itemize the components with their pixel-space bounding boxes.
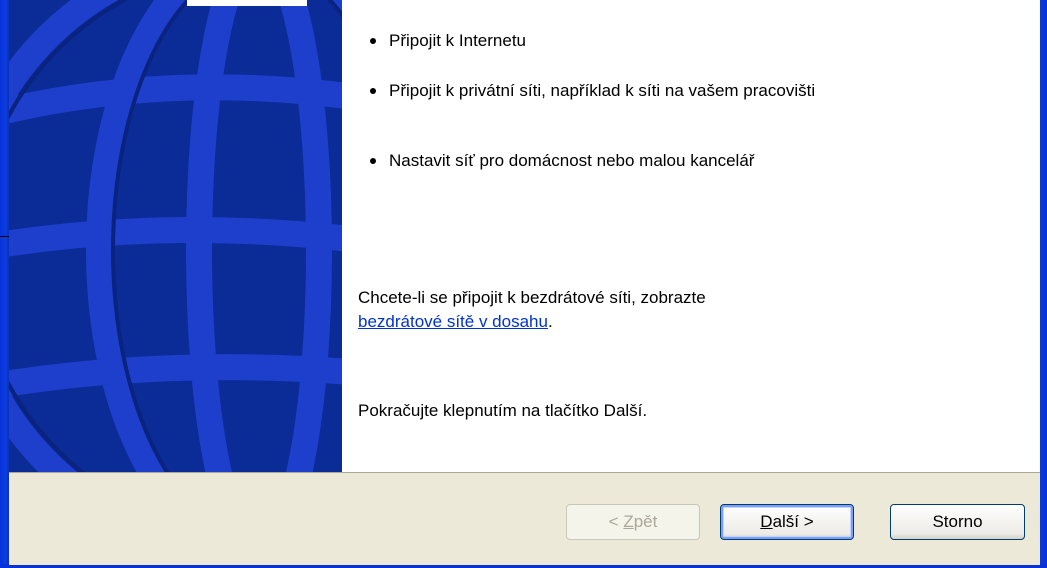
window-frame-right xyxy=(1040,0,1047,568)
wizard-content: Připojit k Internetu Připojit k privátní… xyxy=(342,0,1040,472)
next-label-rest: alší > xyxy=(772,512,814,531)
back-label-rest: pět xyxy=(633,512,658,531)
cancel-button[interactable]: Storno xyxy=(890,504,1025,540)
next-button[interactable]: Další > xyxy=(720,504,854,540)
option-label: Připojit k privátní síti, například k sí… xyxy=(389,81,816,100)
option-label: Nastavit síť pro domácnost nebo malou ka… xyxy=(389,151,755,170)
continue-instructions: Pokračujte klepnutím na tlačítko Další. xyxy=(358,401,648,420)
bullet-icon xyxy=(370,88,376,94)
globe-graphic-icon xyxy=(9,0,342,472)
wizard-banner xyxy=(9,0,342,472)
list-item: Připojit k Internetu xyxy=(370,30,930,52)
button-bar: < Zpět Další > Storno xyxy=(9,472,1040,565)
back-mnemonic: Z xyxy=(623,512,634,531)
back-prefix: < xyxy=(608,512,624,531)
next-mnemonic: D xyxy=(760,512,773,531)
bullet-icon xyxy=(370,38,376,44)
bullet-icon xyxy=(370,158,376,164)
window-frame-left xyxy=(0,0,9,568)
wireless-suffix: . xyxy=(547,312,553,331)
wireless-instructions: Chcete-li se připojit k bezdrátové síti,… xyxy=(358,286,706,334)
frame-tick xyxy=(0,236,9,237)
option-label: Připojit k Internetu xyxy=(389,31,527,50)
wireless-prefix: Chcete-li se připojit k bezdrátové síti,… xyxy=(358,288,706,307)
list-item: Nastavit síť pro domácnost nebo malou ka… xyxy=(370,150,930,172)
back-button[interactable]: < Zpět xyxy=(566,504,700,540)
list-item: Připojit k privátní síti, například k sí… xyxy=(370,80,890,102)
wireless-networks-link[interactable]: bezdrátové sítě v dosahu xyxy=(358,312,548,331)
